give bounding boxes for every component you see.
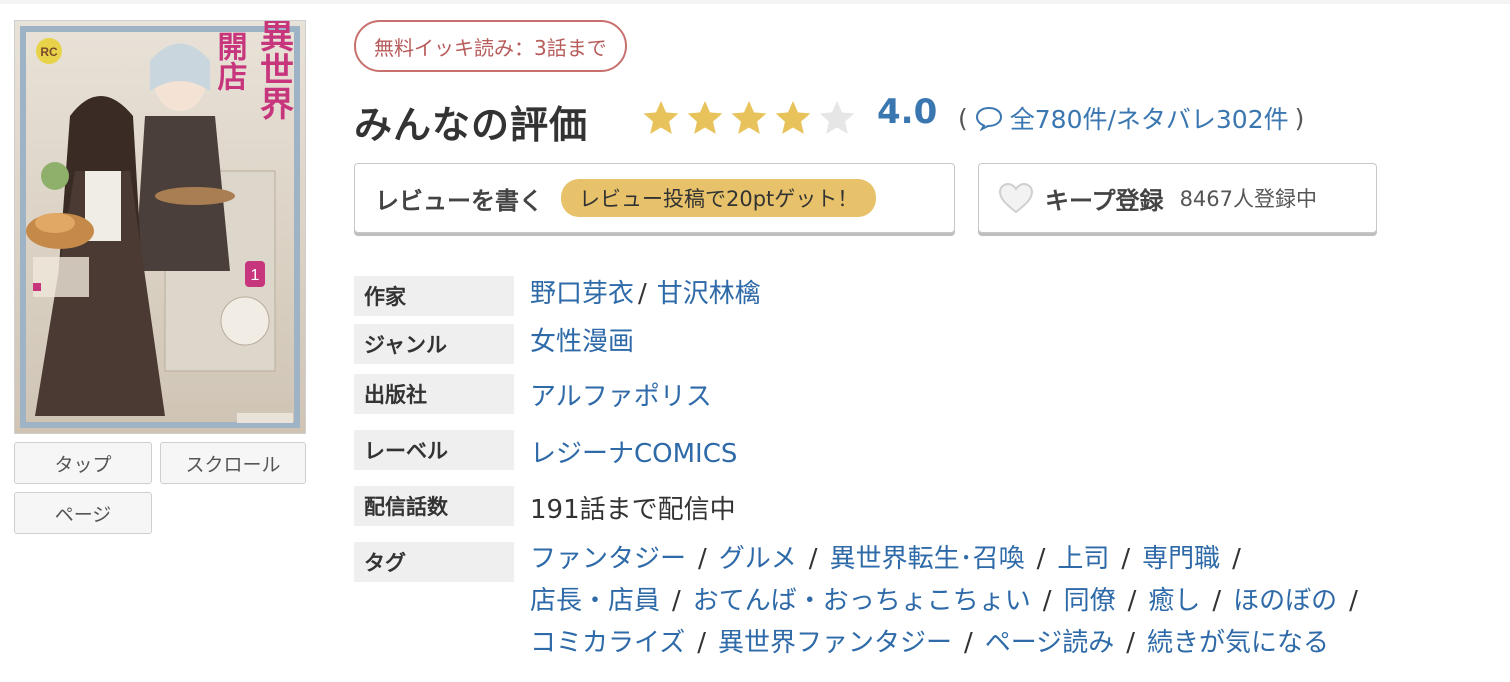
view-mode-page-button[interactable]: ページ [14, 492, 152, 534]
tag-row-1: ファンタジー / グルメ / 異世界転生･召喚 / 上司 / 専門職 / [530, 538, 1253, 575]
rating-score: 4.0 [877, 92, 938, 132]
tag-link[interactable]: 異世界転生･召喚 [830, 544, 1025, 574]
tag-link[interactable]: ページ読み [985, 628, 1114, 658]
keep-button[interactable]: キープ登録 8467人登録中 [978, 163, 1377, 233]
author-link-1[interactable]: 野口芽衣 [530, 279, 634, 309]
tag-link[interactable]: 癒し [1148, 586, 1200, 616]
write-review-button[interactable]: レビューを書く レビュー投稿で20ptゲット！ [354, 163, 955, 233]
tag-separator: / [808, 544, 818, 574]
tag-separator: / [1212, 586, 1222, 616]
tag-separator: / [1121, 544, 1131, 574]
tag-separator: / [1349, 586, 1358, 616]
tag-separator: / [1042, 586, 1052, 616]
view-mode-scroll-button[interactable]: スクロール [160, 442, 306, 484]
star-filled-icon [643, 101, 679, 134]
tag-separator: / [1126, 628, 1136, 658]
tag-link[interactable]: 上司 [1057, 544, 1109, 574]
episodes-label: 配信話数 [354, 486, 514, 526]
free-read-badge: 無料イッキ読み：3話まで [354, 20, 627, 72]
close-paren: ) [1294, 103, 1305, 133]
svg-text:1: 1 [251, 267, 260, 284]
tag-separator: / [1232, 544, 1241, 574]
view-mode-tap-button[interactable]: タップ [14, 442, 152, 484]
tag-separator: / [964, 628, 973, 658]
tag-link[interactable]: 店長・店員 [530, 586, 660, 616]
star-filled-icon [687, 101, 723, 134]
tag-link[interactable]: 専門職 [1142, 544, 1220, 574]
tag-link[interactable]: 続きが気になる [1147, 628, 1329, 658]
write-review-label: レビューを書く [375, 186, 543, 215]
open-paren: ( [958, 103, 968, 133]
tag-row-2: 店長・店員 / おてんば・おっちょこちょい / 同僚 / 癒し / ほのぼの / [530, 580, 1370, 617]
cover-illustration: 異世界 開店 1 RC [15, 21, 305, 433]
tag-separator: / [697, 628, 706, 658]
author-label: 作家 [354, 276, 514, 316]
tag-separator: / [672, 586, 681, 616]
tag-separator: / [1036, 544, 1046, 574]
review-count-text[interactable]: 全780件/ネタバレ302件 [1010, 100, 1289, 136]
tags-label: タグ [354, 542, 514, 582]
tag-link[interactable]: おてんば・おっちょこちょい [693, 586, 1031, 616]
publisher-link[interactable]: アルファポリス [530, 382, 712, 412]
publisher-value: アルファポリス [530, 376, 712, 413]
keep-count: 8467人登録中 [1179, 187, 1318, 211]
label-label: レーベル [354, 430, 514, 470]
star-empty-icon [819, 101, 855, 134]
tag-separator: / [698, 544, 707, 574]
tag-link[interactable]: コミカライズ [530, 628, 685, 658]
star-filled-icon [775, 101, 811, 134]
heart-icon [998, 182, 1034, 214]
author-sep: / [638, 279, 647, 309]
rating-stars [640, 98, 858, 138]
svg-text:RC: RC [40, 45, 58, 59]
publisher-label: 出版社 [354, 374, 514, 414]
rating-title: みんなの評価 [354, 103, 589, 147]
tag-link[interactable]: ファンタジー [530, 544, 686, 574]
tag-link[interactable]: ほのぼの [1233, 586, 1337, 616]
keep-label: キープ登録 [1045, 186, 1164, 215]
star-filled-icon [731, 101, 767, 134]
tag-link[interactable]: 異世界ファンタジー [718, 628, 952, 658]
label-value: レジーナCOMICS [530, 433, 737, 470]
review-bonus-pill: レビュー投稿で20ptゲット！ [561, 179, 877, 217]
svg-text:開店: 開店 [213, 31, 248, 92]
tag-separator: / [1127, 586, 1137, 616]
top-divider [0, 0, 1510, 4]
comic-cover-image[interactable]: 異世界 開店 1 RC [14, 20, 306, 434]
label-link[interactable]: レジーナCOMICS [530, 439, 737, 469]
tag-row-3: コミカライズ / 異世界ファンタジー / ページ読み / 続きが気になる [530, 622, 1329, 659]
episodes-value: 191話まで配信中 [530, 495, 736, 525]
tag-link[interactable]: グルメ [719, 544, 797, 574]
genre-value: 女性漫画 [530, 321, 634, 358]
genre-label: ジャンル [354, 324, 514, 364]
review-count-link[interactable]: ( 全780件/ネタバレ302件 ) [958, 100, 1304, 136]
author-link-2[interactable]: 甘沢林檎 [657, 279, 761, 309]
speech-bubble-icon [975, 106, 1002, 131]
genre-link[interactable]: 女性漫画 [530, 327, 634, 357]
svg-text:異世界: 異世界 [255, 21, 294, 121]
tag-link[interactable]: 同僚 [1064, 586, 1116, 616]
author-values: 野口芽衣 / 甘沢林檎 [530, 273, 761, 310]
